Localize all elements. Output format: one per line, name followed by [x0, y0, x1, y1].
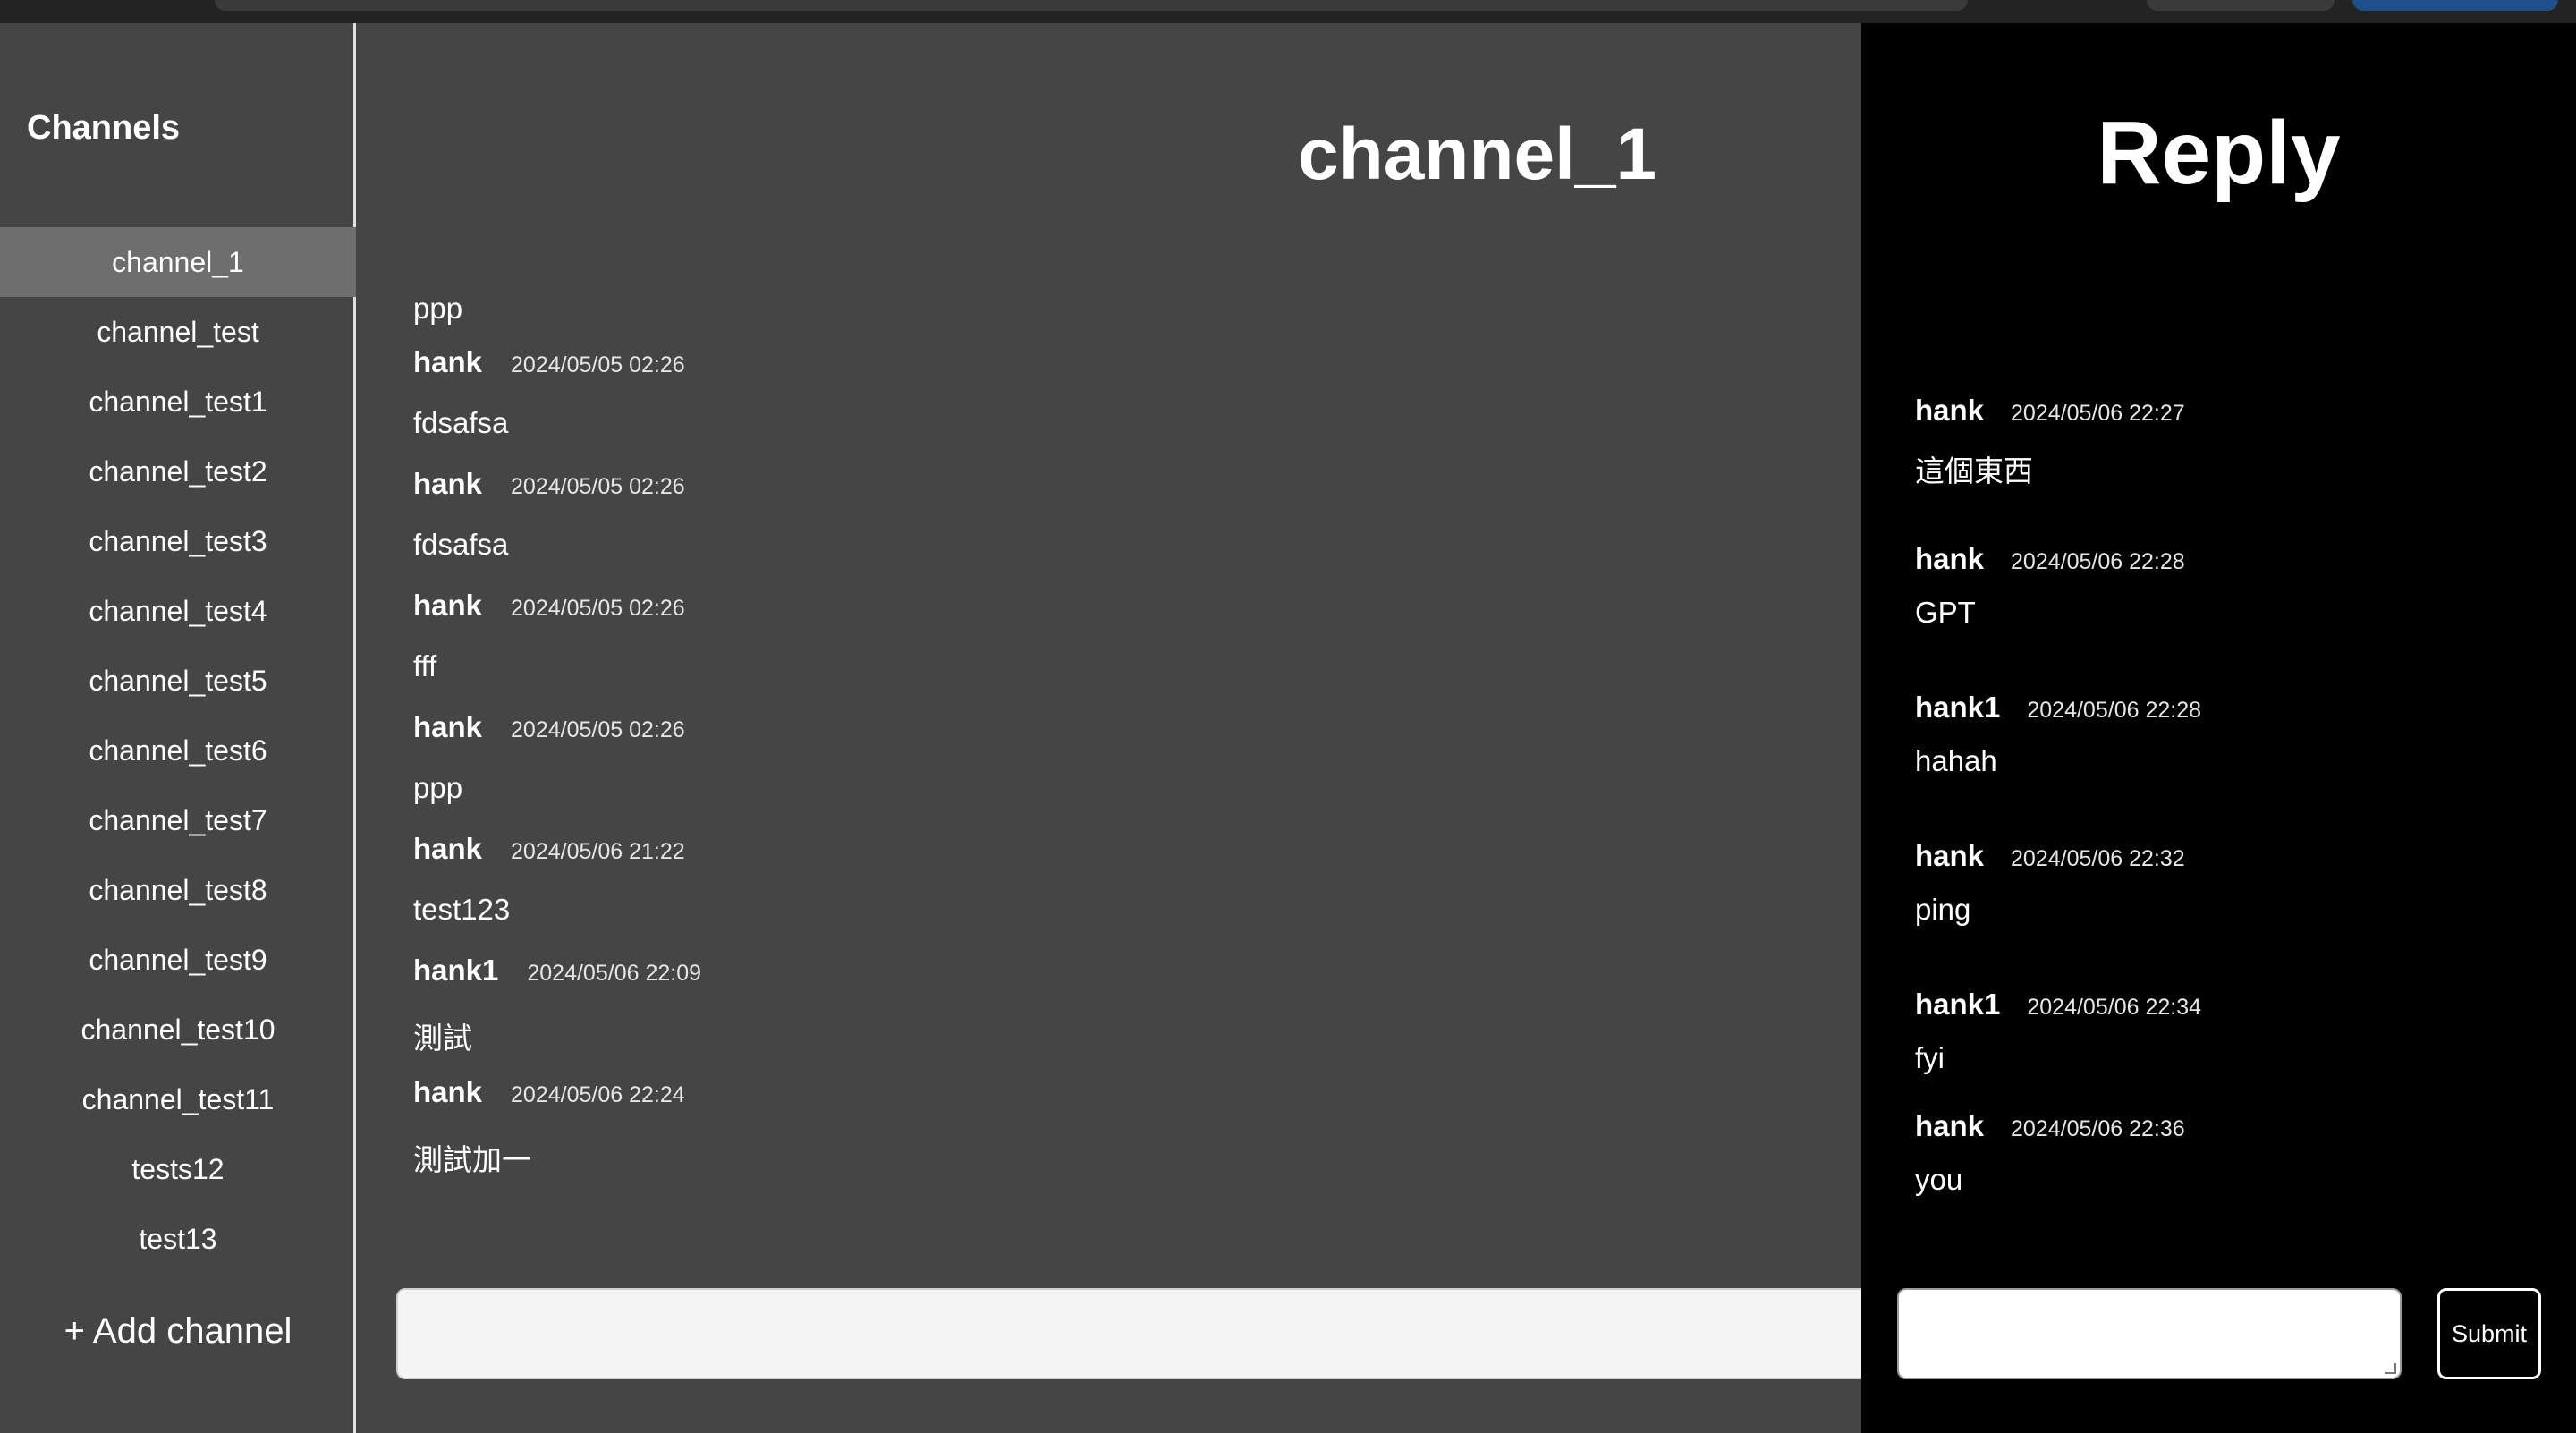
reply-item: hank1 2024/05/06 22:28 hahah	[1915, 691, 2541, 839]
reply-author: hank1	[1915, 988, 2001, 1021]
address-bar[interactable]	[215, 0, 1968, 11]
channel-item-channel-test11[interactable]: channel_test11	[0, 1064, 356, 1134]
channel-item-tests12[interactable]: tests12	[0, 1134, 356, 1204]
chat-app: Channels channel_1 channel_test channel_…	[0, 23, 2576, 1433]
message-text: ppp	[413, 292, 463, 325]
reply-text: ping	[1915, 893, 1971, 926]
channel-list: channel_1 channel_test channel_test1 cha…	[0, 227, 356, 1274]
reply-timestamp: 2024/05/06 22:28	[2027, 698, 2202, 723]
message-text[interactable]: test123	[413, 893, 1755, 927]
reply-timestamp: 2024/05/06 22:34	[2027, 995, 2202, 1020]
message-text[interactable]: fff	[413, 649, 1755, 683]
channel-item-channel-test[interactable]: channel_test	[0, 297, 356, 367]
channel-item-channel-test5[interactable]: channel_test5	[0, 646, 356, 716]
reply-timestamp: 2024/05/06 22:32	[2011, 846, 2185, 871]
message-timestamp: 2024/05/05 02:26	[511, 596, 685, 621]
channel-item-test13[interactable]: test13	[0, 1204, 356, 1274]
message-timestamp: 2024/05/06 22:24	[511, 1082, 685, 1107]
browser-toolbar-edge	[0, 0, 2576, 23]
add-channel-button[interactable]: + Add channel	[0, 1311, 356, 1352]
message-text[interactable]: 測試	[413, 1014, 1755, 1057]
channel-item-channel-test4[interactable]: channel_test4	[0, 576, 356, 646]
message-author[interactable]: hank	[413, 832, 482, 866]
message-author[interactable]: hank1	[413, 954, 498, 988]
reply-author: hank	[1915, 1109, 1985, 1142]
reply-author: hank	[1915, 394, 1985, 427]
reply-author: hank	[1915, 542, 1985, 575]
channel-main: channel_1 ppp hank 2024/05/05 02:26 fdsaf…	[359, 23, 1917, 1433]
message-item: hank 2024/05/05 02:26 ppp	[413, 710, 1755, 832]
message-timestamp: 2024/05/05 02:26	[511, 474, 685, 499]
reply-panel: Reply hank 2024/05/06 22:27 這個東西 hank 2024…	[1861, 23, 2576, 1433]
message-item: hank1 2024/05/06 22:09 測試	[413, 954, 1755, 1075]
resize-handle-icon[interactable]	[2385, 1363, 2396, 1374]
message-timestamp: 2024/05/05 02:26	[511, 352, 685, 377]
channel-title: channel_1	[1298, 114, 1657, 195]
channel-item-channel-test9[interactable]: channel_test9	[0, 925, 356, 995]
reply-item: hank 2024/05/06 22:32 ping	[1915, 839, 2541, 988]
message-item: hank 2024/05/05 02:26 fdsafsa	[413, 467, 1755, 589]
channel-item-channel-test1[interactable]: channel_test1	[0, 367, 356, 437]
toolbar-primary-button[interactable]	[2352, 0, 2558, 11]
toolbar-button[interactable]	[2147, 0, 2334, 11]
reply-text: 這個東西	[1915, 454, 2033, 488]
message-text[interactable]: fdsafsa	[413, 406, 1755, 440]
reply-timestamp: 2024/05/06 22:28	[2011, 549, 2185, 574]
submit-button[interactable]: Submit	[2437, 1288, 2541, 1379]
message-item: hank 2024/05/06 22:24 測試加一	[413, 1075, 1755, 1197]
message-author[interactable]: hank	[413, 467, 482, 501]
reply-item: hank1 2024/05/06 22:34 fyi	[1915, 988, 2541, 1109]
message-timestamp: 2024/05/06 22:09	[527, 961, 702, 986]
message-timestamp: 2024/05/05 02:26	[511, 717, 685, 742]
reply-input[interactable]	[1897, 1288, 2402, 1379]
reply-text: you	[1915, 1163, 1963, 1196]
message-item: hank 2024/05/05 02:26 fff	[413, 589, 1755, 710]
reply-title: Reply	[2097, 103, 2341, 203]
reply-author: hank1	[1915, 691, 2001, 724]
channel-item-channel-test8[interactable]: channel_test8	[0, 855, 356, 925]
message-author[interactable]: hank	[413, 589, 482, 623]
message-text[interactable]: ppp	[413, 771, 1755, 805]
message-list: ppp hank 2024/05/05 02:26 fdsafsa hank 202…	[413, 292, 1755, 1197]
message-input[interactable]	[396, 1288, 1917, 1379]
reply-timestamp: 2024/05/06 22:36	[2011, 1116, 2185, 1141]
reply-list: hank 2024/05/06 22:27 這個東西 hank 2024/05/06…	[1915, 394, 2541, 1258]
channel-item-channel-1[interactable]: channel_1	[0, 227, 356, 297]
reply-text: fyi	[1915, 1041, 1945, 1074]
message-timestamp: 2024/05/06 21:22	[511, 839, 685, 864]
channel-item-channel-test6[interactable]: channel_test6	[0, 716, 356, 785]
reply-item: hank 2024/05/06 22:36 you	[1915, 1109, 2541, 1258]
reply-item: hank 2024/05/06 22:27 這個東西	[1915, 394, 2541, 542]
message-item: ppp	[413, 292, 1755, 345]
channel-item-channel-test7[interactable]: channel_test7	[0, 785, 356, 855]
message-item: hank 2024/05/06 21:22 test123	[413, 832, 1755, 954]
message-author[interactable]: hank	[413, 710, 482, 744]
message-item: hank 2024/05/05 02:26 fdsafsa	[413, 345, 1755, 467]
sidebar: Channels channel_1 channel_test channel_…	[0, 23, 356, 1433]
message-text[interactable]: fdsafsa	[413, 528, 1755, 562]
message-text[interactable]: 測試加一	[413, 1136, 1755, 1179]
reply-text: hahah	[1915, 744, 1997, 777]
reply-item: hank 2024/05/06 22:28 GPT	[1915, 542, 2541, 691]
sidebar-title: Channels	[27, 109, 181, 147]
reply-timestamp: 2024/05/06 22:27	[2011, 401, 2185, 426]
channel-item-channel-test10[interactable]: channel_test10	[0, 995, 356, 1064]
channel-item-channel-test3[interactable]: channel_test3	[0, 506, 356, 576]
message-author[interactable]: hank	[413, 345, 482, 379]
message-author[interactable]: hank	[413, 1075, 482, 1109]
channel-item-channel-test2[interactable]: channel_test2	[0, 437, 356, 506]
reply-author: hank	[1915, 839, 1985, 872]
reply-text: GPT	[1915, 596, 1976, 629]
